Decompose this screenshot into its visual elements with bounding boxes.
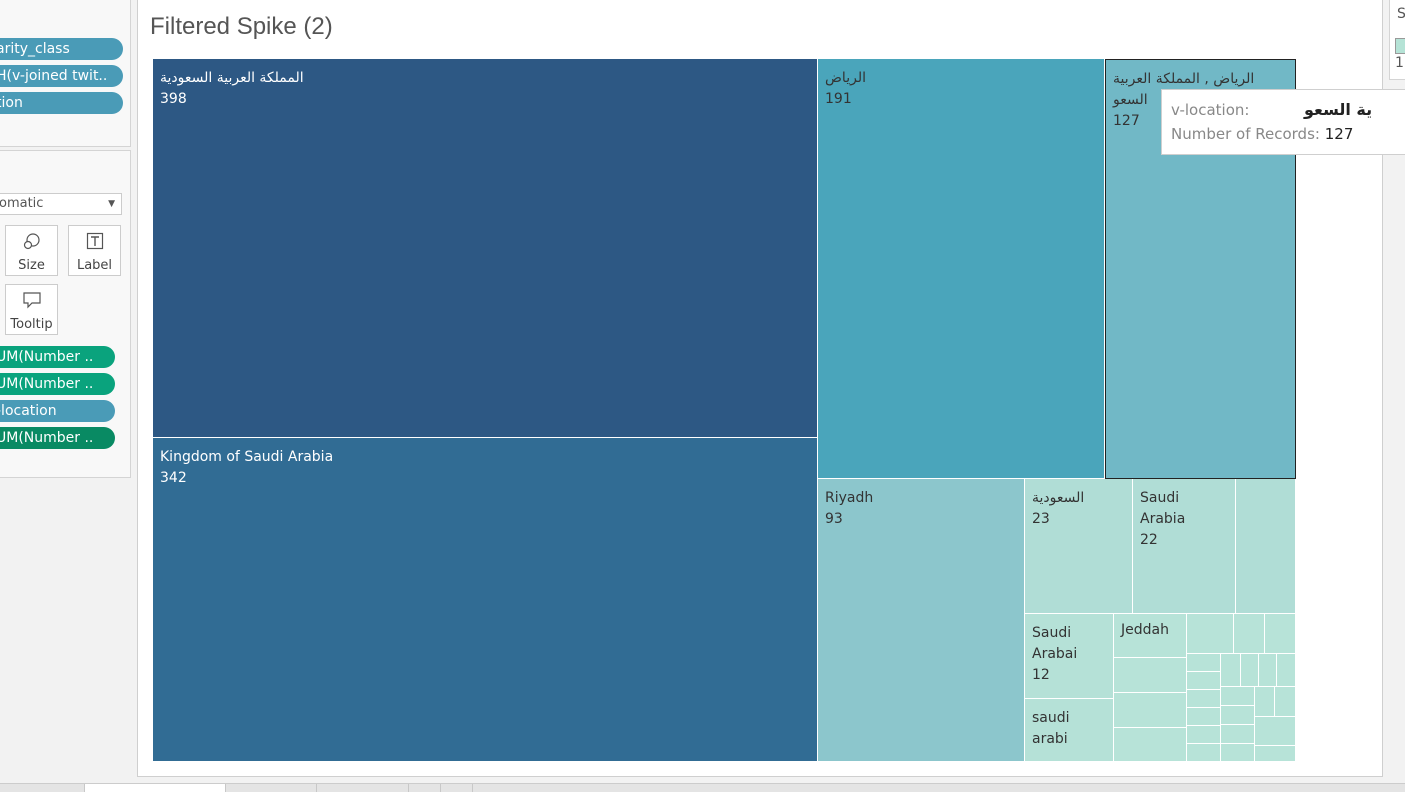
treemap-cell[interactable] [1255, 746, 1296, 762]
legend-header: S [1397, 6, 1405, 22]
mark-pill[interactable]: -location [0, 400, 115, 422]
treemap-cell[interactable] [1275, 687, 1296, 717]
treemap-cell[interactable] [1255, 717, 1296, 746]
treemap-cell[interactable]: المملكة العربية السعودية 398 [153, 59, 818, 438]
cell-label: الرياض [825, 70, 866, 86]
cell-label: saudi [1032, 710, 1070, 726]
treemap-cell[interactable]: السعودية 23 [1025, 479, 1133, 614]
cell-label: Arabai [1032, 646, 1078, 662]
legend-value: 1 [1395, 55, 1404, 71]
mark-type-value: omatic [0, 196, 44, 211]
treemap: المملكة العربية السعودية 398 Kingdom of S… [153, 59, 1296, 762]
cell-label: Riyadh [825, 490, 874, 506]
treemap-cell[interactable]: الرياض 191 [818, 59, 1105, 479]
text-icon [69, 232, 120, 258]
speech-bubble-icon [6, 291, 57, 317]
shelf-pill[interactable]: tion [0, 92, 123, 114]
treemap-cell[interactable]: Saudi Arabia 22 [1133, 479, 1236, 614]
tooltip-field-value: 127 [1324, 125, 1354, 143]
treemap-cell[interactable] [1265, 614, 1296, 654]
treemap-cell[interactable] [1187, 654, 1221, 672]
chevron-down-icon: ▼ [108, 199, 115, 209]
mark-pill[interactable]: UM(Number .. [0, 346, 115, 368]
sheet-title: Filtered Spike (2) [150, 13, 333, 40]
treemap-cell[interactable] [1114, 728, 1187, 762]
label-label: Label [76, 258, 113, 273]
treemap-cell[interactable]: Saudi Arabai 12 [1025, 614, 1114, 699]
tooltip-field-label: v-location: [1171, 101, 1250, 119]
cell-label: arabi [1032, 731, 1068, 747]
cell-value: 93 [825, 511, 843, 527]
cell-label: Kingdom of Saudi Arabia [160, 449, 334, 465]
treemap-cell[interactable] [1259, 654, 1277, 687]
mark-pill[interactable]: UM(Number .. [0, 427, 115, 449]
tooltip-label: Tooltip [10, 317, 53, 332]
treemap-cell[interactable] [1187, 690, 1221, 708]
size-icon [6, 232, 57, 258]
treemap-cell[interactable] [1187, 708, 1221, 726]
cell-label: Saudi [1032, 625, 1072, 641]
size-label: Size [18, 258, 45, 273]
cell-value: 22 [1140, 532, 1158, 548]
cell-value: 23 [1032, 511, 1050, 527]
cell-value: 398 [160, 91, 187, 107]
treemap-cell[interactable]: Kingdom of Saudi Arabia 342 [153, 438, 818, 762]
shelf-pill[interactable]: arity_class [0, 38, 123, 60]
cell-label: Arabia [1140, 511, 1186, 527]
cell-label: Saudi [1140, 490, 1180, 506]
shelf-panel: arity_class H(v-joined twit.. tion [0, 0, 131, 147]
cell-label: السعودية [1032, 490, 1085, 506]
treemap-cell[interactable] [1255, 687, 1275, 717]
legend-swatch[interactable] [1395, 38, 1405, 54]
cell-label: Jeddah [1121, 622, 1169, 638]
cell-label: الرياض , المملكة العربية [1113, 71, 1255, 87]
treemap-cell[interactable] [1187, 744, 1221, 762]
tooltip-button[interactable]: Tooltip [5, 284, 58, 335]
treemap-cell[interactable]: Jeddah [1114, 614, 1187, 658]
tooltip-field-value: ية السعو [1304, 100, 1373, 119]
mark-pill[interactable]: UM(Number .. [0, 373, 115, 395]
treemap-cell[interactable] [1221, 654, 1241, 687]
cell-label: المملكة العربية السعودية [160, 70, 304, 86]
treemap-cell[interactable] [1277, 654, 1296, 687]
treemap-cell[interactable] [1221, 687, 1255, 706]
treemap-cell[interactable] [1221, 744, 1255, 762]
cell-value: 191 [825, 91, 852, 107]
treemap-cell[interactable] [1241, 654, 1259, 687]
treemap-cell[interactable] [1187, 672, 1221, 690]
shelf-pill[interactable]: H(v-joined twit.. [0, 65, 123, 87]
treemap-cell[interactable] [1236, 479, 1296, 614]
treemap-cell[interactable] [1221, 706, 1255, 725]
cell-value: 12 [1032, 667, 1050, 683]
label-button[interactable]: Label [68, 225, 121, 276]
color-legend: S 1 [1389, 0, 1405, 80]
treemap-cell[interactable] [1187, 726, 1221, 744]
treemap-cell[interactable]: saudi arabi [1025, 699, 1114, 762]
size-button[interactable]: Size [5, 225, 58, 276]
tooltip-field-label: Number of Records: [1171, 125, 1320, 143]
treemap-cell[interactable]: Riyadh 93 [818, 479, 1025, 762]
treemap-cell[interactable] [1114, 693, 1187, 728]
treemap-cell[interactable] [1221, 725, 1255, 744]
treemap-cell[interactable] [1187, 614, 1234, 654]
marks-card: omatic ▼ Size Label Tooltip UM(Number ..… [0, 150, 131, 478]
mark-type-dropdown[interactable]: omatic ▼ [0, 193, 122, 215]
tooltip: v-location: ية السعو Number of Records: … [1161, 89, 1405, 155]
cell-value: 342 [160, 470, 187, 486]
treemap-cell[interactable] [1114, 658, 1187, 693]
treemap-cell[interactable] [1234, 614, 1265, 654]
